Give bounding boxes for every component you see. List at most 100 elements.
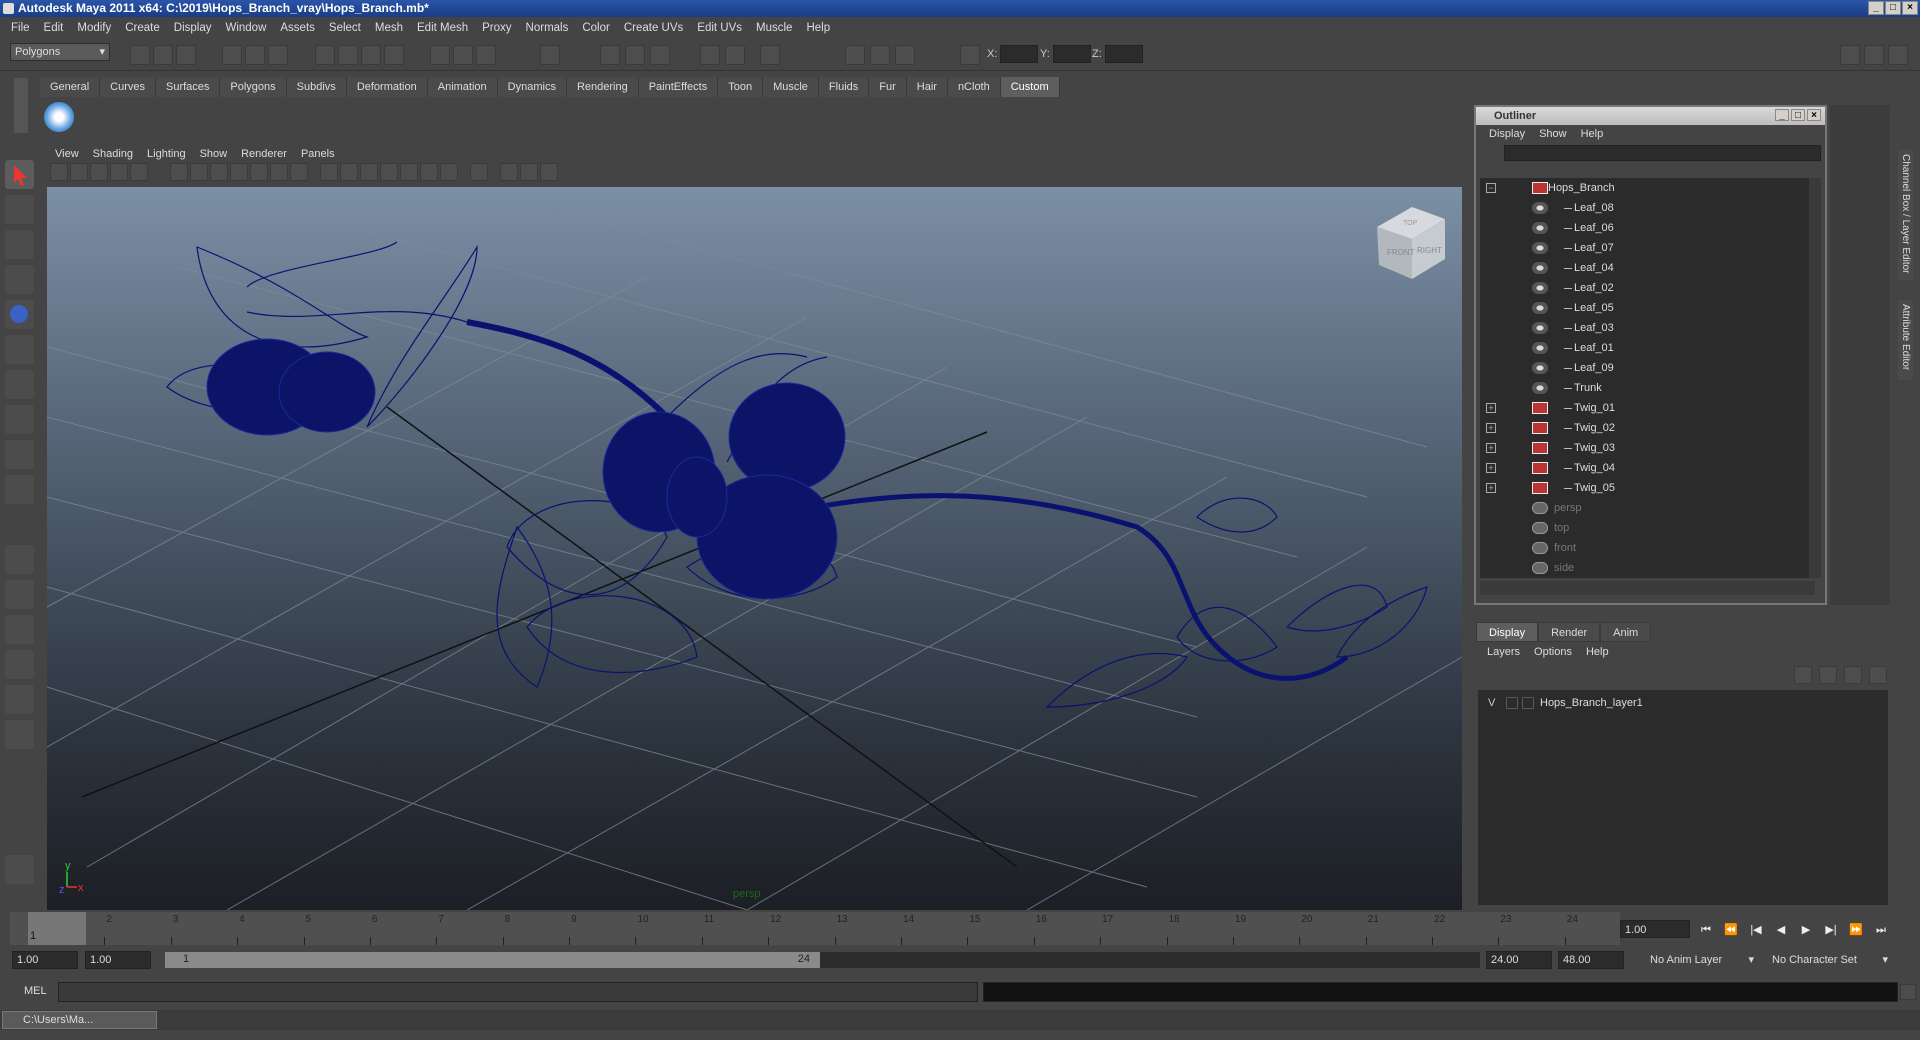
resolution-gate-icon[interactable] [210,163,228,181]
y-field[interactable] [1053,45,1091,63]
menu-proxy[interactable]: Proxy [475,22,518,34]
step-back-icon[interactable]: ⏪ [1722,922,1740,938]
shelf-tab-polygons[interactable]: Polygons [220,77,287,97]
magnet-icon[interactable] [600,45,620,65]
outliner-item-leaf-05[interactable]: Leaf_05 [1480,298,1810,318]
expand-icon[interactable]: + [1486,463,1496,473]
go-to-end-icon[interactable]: ⏭ [1872,922,1890,938]
ipr-render-icon[interactable] [476,45,496,65]
select-component-icon[interactable] [268,45,288,65]
layer-type-toggle[interactable] [1506,697,1518,709]
range-slider-track[interactable]: 1 24 [165,952,1480,968]
save-scene-icon[interactable] [176,45,196,65]
menu-file[interactable]: File [4,22,37,34]
xray-joints-icon[interactable] [520,163,538,181]
expand-icon[interactable]: + [1486,423,1496,433]
single-perspective-layout-icon[interactable] [5,545,34,574]
outliner-item-leaf-04[interactable]: Leaf_04 [1480,258,1810,278]
layer-up-icon[interactable] [1844,666,1862,684]
ipr-icon[interactable] [870,45,890,65]
outliner-close-button[interactable]: × [1807,109,1821,121]
layer-visibility-toggle[interactable]: V [1488,694,1495,712]
menu-edit-mesh[interactable]: Edit Mesh [410,22,475,34]
render-frame-icon[interactable] [453,45,473,65]
script-editor-icon[interactable] [1900,984,1916,1000]
layer-menu-layers[interactable]: Layers [1480,646,1527,658]
persp-graph-layout-icon[interactable] [5,650,34,679]
shelf-tab-dynamics[interactable]: Dynamics [497,77,567,97]
render-globals-icon[interactable] [895,45,915,65]
high-quality-icon[interactable] [540,163,558,181]
field-chart-icon[interactable] [250,163,268,181]
menu-edit[interactable]: Edit [37,22,71,34]
mel-label[interactable]: MEL [24,985,47,997]
camera-attributes-icon[interactable] [70,163,88,181]
menu-muscle[interactable]: Muscle [749,22,799,34]
outliner-item-twig-02[interactable]: + Twig_02 [1480,418,1810,438]
view-cube[interactable]: FRONT RIGHT TOP [1377,207,1445,279]
channel-box-tab[interactable]: Channel Box / Layer Editor [1898,150,1913,280]
snap-grid-icon[interactable] [315,45,335,65]
animation-start-field[interactable]: 1.00 [12,951,78,969]
move-tool-icon[interactable] [5,265,34,294]
maximize-button[interactable]: □ [1885,1,1901,15]
outliner-item-leaf-01[interactable]: Leaf_01 [1480,338,1810,358]
viewport-menu-renderer[interactable]: Renderer [234,148,294,160]
layer-color-swatch[interactable] [1522,697,1534,709]
menu-create-uvs[interactable]: Create UVs [617,22,690,34]
step-forward-key-icon[interactable]: ▶| [1822,922,1840,938]
new-layer-empty-icon[interactable] [1794,666,1812,684]
x-field[interactable] [1000,45,1038,63]
scale-tool-icon[interactable] [5,335,34,364]
outliner-item-persp[interactable]: persp [1480,498,1810,518]
outliner-item-leaf-06[interactable]: Leaf_06 [1480,218,1810,238]
layer-tab-anim[interactable]: Anim [1600,622,1652,642]
menu-help[interactable]: Help [799,22,837,34]
viewport-menu-shading[interactable]: Shading [86,148,140,160]
outliner-item-twig-05[interactable]: + Twig_05 [1480,478,1810,498]
shelf-tab-ncloth[interactable]: nCloth [947,77,1001,97]
play-backward-icon[interactable]: ◀ [1772,922,1790,938]
shadows-icon[interactable] [440,163,458,181]
minimized-window[interactable]: C:\Users\Ma... [2,1011,157,1029]
magnet-icon-2[interactable] [625,45,645,65]
wireframe-icon[interactable] [320,163,338,181]
outliner-item-hops-branch[interactable]: − Hops_Branch [1480,178,1810,198]
layer-row[interactable]: V Hops_Branch_layer1 [1484,694,1884,712]
outliner-item-leaf-02[interactable]: Leaf_02 [1480,278,1810,298]
mel-input[interactable] [58,982,978,1002]
layer-down-icon[interactable] [1869,666,1887,684]
four-view-layout-icon[interactable] [5,580,34,609]
persp-uv-layout-icon[interactable] [5,720,34,749]
outliner-menu-help[interactable]: Help [1574,128,1611,140]
outliner-item-side[interactable]: side [1480,558,1810,578]
current-frame-field[interactable]: 1.00 [1620,920,1690,938]
outliner-minimize-button[interactable]: _ [1775,109,1789,121]
safe-action-icon[interactable] [270,163,288,181]
expand-icon[interactable]: + [1486,483,1496,493]
safe-title-icon[interactable] [290,163,308,181]
z-field[interactable] [1105,45,1143,63]
viewport-menu-show[interactable]: Show [193,148,235,160]
attribute-editor-tab[interactable]: Attribute Editor [1898,300,1913,380]
range-slider-handle[interactable]: 1 24 [165,952,820,968]
menu-mesh[interactable]: Mesh [368,22,410,34]
minimize-button[interactable]: _ [1868,1,1884,15]
outliner-item-front[interactable]: front [1480,538,1810,558]
menu-window[interactable]: Window [218,22,273,34]
shelf-tab-custom[interactable]: Custom [1000,77,1060,97]
outliner-item-leaf-08[interactable]: Leaf_08 [1480,198,1810,218]
shelf-options-handle[interactable] [14,78,28,133]
outliner-menu-show[interactable]: Show [1532,128,1574,140]
viewport-menu-view[interactable]: View [48,148,86,160]
new-scene-icon[interactable] [130,45,150,65]
step-forward-icon[interactable]: ⏩ [1847,922,1865,938]
menu-display[interactable]: Display [167,22,219,34]
bookmark-icon[interactable] [90,163,108,181]
open-scene-icon[interactable] [153,45,173,65]
expand-icon[interactable]: + [1486,403,1496,413]
film-gate-icon[interactable] [190,163,208,181]
soft-mod-icon[interactable] [5,405,34,434]
grid-toggle-icon[interactable] [170,163,188,181]
shelf-tab-fur[interactable]: Fur [869,77,907,97]
